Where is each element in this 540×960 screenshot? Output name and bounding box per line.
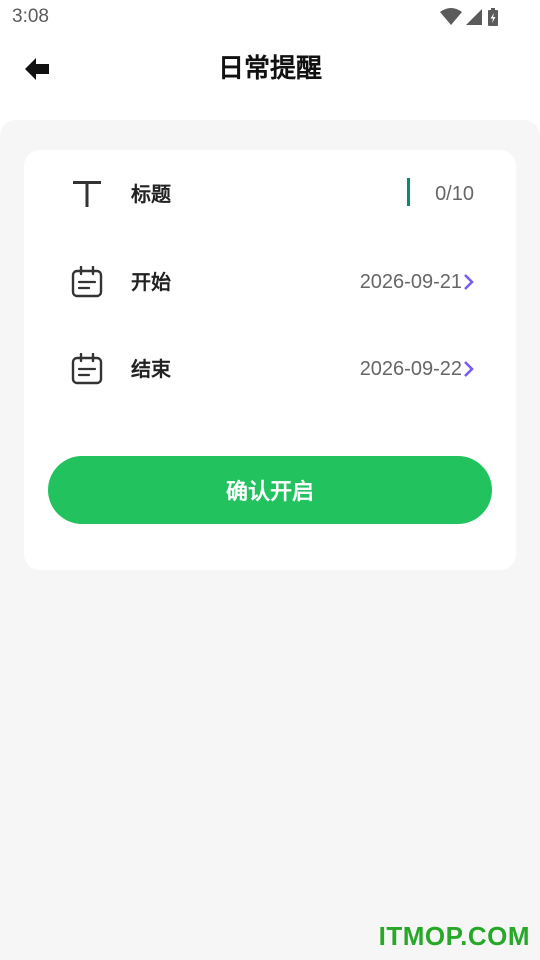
watermark-text: ITMOP.COM <box>378 921 530 951</box>
start-date-row[interactable]: 开始 2026-09-21 <box>24 252 516 312</box>
chevron-right-icon <box>464 361 474 377</box>
status-icons <box>440 7 500 27</box>
signal-icon <box>466 9 482 25</box>
start-label: 开始 <box>131 270 171 294</box>
end-date-row[interactable]: 结束 2026-09-22 <box>24 339 516 399</box>
status-bar: 3:08 <box>0 0 540 36</box>
title-label: 标题 <box>131 182 171 206</box>
battery-charging-icon <box>488 8 498 26</box>
title-char-counter: 0/10 <box>435 183 474 205</box>
end-label: 结束 <box>131 357 171 381</box>
status-time: 3:08 <box>12 6 49 27</box>
title-row[interactable]: 标题 0/10 <box>24 164 516 224</box>
text-t-icon <box>70 177 104 211</box>
wifi-icon <box>440 8 462 25</box>
chevron-right-icon <box>464 274 474 290</box>
title-input-cursor[interactable] <box>407 178 410 206</box>
page-title: 日常提醒 <box>217 54 322 84</box>
app-header: 日常提醒 <box>0 36 540 120</box>
confirm-enable-button[interactable]: 确认开启 <box>48 456 492 524</box>
end-date-value: 2026-09-22 <box>359 358 462 380</box>
calendar-icon <box>70 265 104 299</box>
start-date-value: 2026-09-21 <box>359 271 462 293</box>
calendar-icon <box>70 352 104 386</box>
reminder-form-card: 标题 0/10 开始 2026-09-21 结束 2026-09-22 确认开启 <box>24 150 516 570</box>
